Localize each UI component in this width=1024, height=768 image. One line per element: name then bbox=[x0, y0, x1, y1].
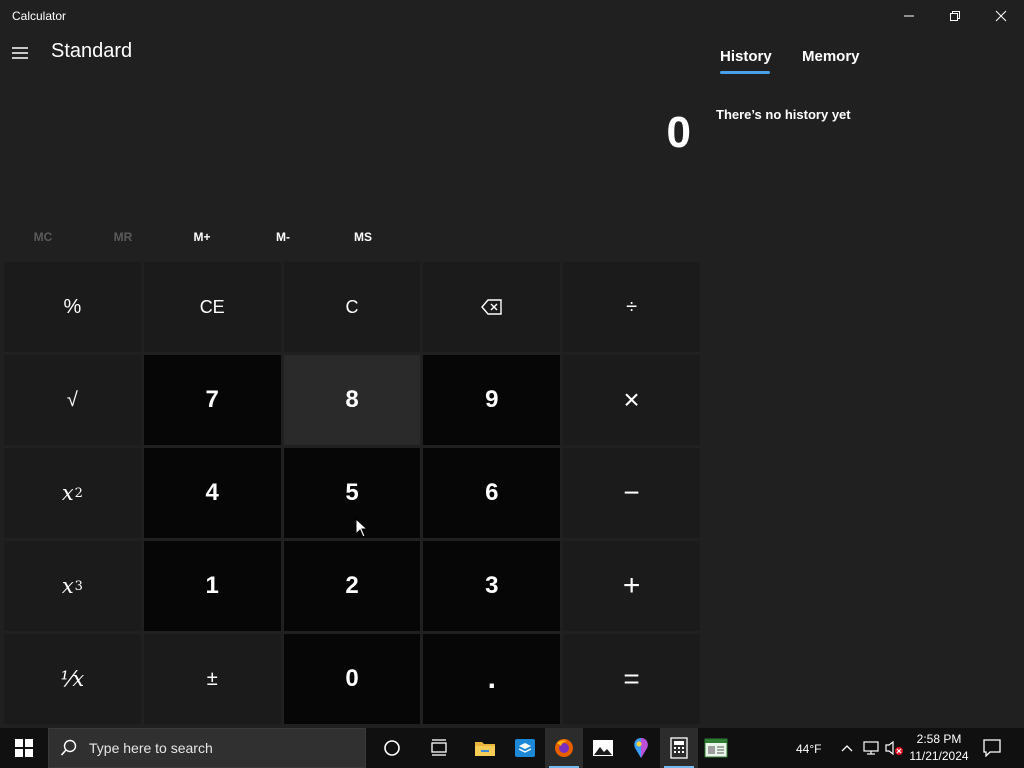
network-status-button[interactable] bbox=[861, 728, 881, 768]
multiply-button[interactable]: × bbox=[563, 355, 700, 445]
calculator-icon bbox=[670, 737, 688, 759]
digit-6-button[interactable]: 6 bbox=[423, 448, 561, 538]
cube-base: x bbox=[61, 574, 74, 598]
digit-2-button[interactable]: 2 bbox=[283, 541, 421, 631]
digit-9-button[interactable]: 9 bbox=[423, 355, 561, 445]
square-exponent: 2 bbox=[74, 485, 83, 501]
weather-temperature[interactable]: 44°F bbox=[796, 742, 821, 756]
result-display: 0 bbox=[666, 108, 691, 157]
history-empty-message: There’s no history yet bbox=[716, 107, 851, 122]
memory-add-button[interactable]: M+ bbox=[167, 224, 237, 250]
digit-4-button[interactable]: 4 bbox=[143, 448, 281, 538]
taskbar-notepad-app[interactable] bbox=[697, 728, 735, 768]
active-tab-indicator bbox=[720, 71, 770, 74]
digit-8-button[interactable]: 8 bbox=[283, 355, 421, 445]
add-button[interactable]: + bbox=[563, 541, 700, 631]
equals-button[interactable]: = bbox=[563, 634, 700, 724]
notepad-window-icon bbox=[704, 738, 728, 758]
backspace-button[interactable] bbox=[423, 262, 561, 352]
hamburger-menu-icon bbox=[12, 47, 28, 59]
search-icon bbox=[49, 739, 89, 757]
file-explorer-icon bbox=[475, 742, 495, 756]
taskbar-search-box[interactable]: Type here to search bbox=[48, 728, 366, 768]
subtract-button[interactable]: − bbox=[563, 448, 700, 538]
digit-0-button[interactable]: 0 bbox=[283, 634, 421, 724]
taskbar-paint-3d[interactable] bbox=[622, 728, 660, 768]
tab-history[interactable]: History bbox=[720, 48, 772, 65]
digit-1-button[interactable]: 1 bbox=[143, 541, 281, 631]
digit-5-button[interactable]: 5 bbox=[283, 448, 421, 538]
square-button[interactable]: x2 bbox=[4, 448, 141, 538]
memory-store-button[interactable]: MS bbox=[328, 224, 398, 250]
paint-3d-icon bbox=[634, 738, 648, 758]
taskbar-photos[interactable] bbox=[584, 728, 622, 768]
taskbar-store-app[interactable] bbox=[506, 728, 544, 768]
cortana-circle-icon bbox=[384, 740, 400, 756]
chevron-up-icon bbox=[841, 745, 853, 752]
app-title: Calculator bbox=[12, 9, 67, 23]
minimize-button[interactable] bbox=[886, 0, 932, 32]
volume-muted-icon bbox=[885, 740, 903, 756]
restore-button[interactable] bbox=[932, 0, 978, 32]
digit-3-button[interactable]: 3 bbox=[423, 541, 561, 631]
action-center-button[interactable] bbox=[976, 728, 1008, 768]
taskbar: Type here to search 44°F 2:58 PM 11/21/2… bbox=[0, 728, 1024, 768]
memory-recall-button[interactable]: MR bbox=[88, 224, 158, 250]
cube-exponent: 3 bbox=[74, 578, 83, 594]
square-base: x bbox=[61, 481, 74, 505]
task-view-icon bbox=[431, 739, 447, 756]
clear-entry-button[interactable]: CE bbox=[143, 262, 281, 352]
close-button[interactable] bbox=[978, 0, 1024, 32]
memory-subtract-button[interactable]: M- bbox=[248, 224, 318, 250]
start-button[interactable] bbox=[0, 728, 48, 768]
windows-logo-icon bbox=[15, 739, 33, 757]
clock-time: 2:58 PM bbox=[916, 732, 962, 746]
negate-button[interactable]: ± bbox=[143, 634, 281, 724]
digit-7-button[interactable]: 7 bbox=[143, 355, 281, 445]
title-bar: Calculator bbox=[0, 0, 1024, 32]
square-root-button[interactable]: √ bbox=[4, 355, 141, 445]
search-placeholder: Type here to search bbox=[89, 740, 213, 756]
network-icon bbox=[863, 741, 879, 755]
restore-icon bbox=[950, 11, 960, 21]
memory-clear-button[interactable]: MC bbox=[8, 224, 78, 250]
backspace-icon bbox=[480, 299, 502, 315]
cortana-button[interactable] bbox=[373, 728, 411, 768]
firefox-icon bbox=[555, 739, 573, 757]
close-icon bbox=[995, 10, 1007, 22]
cube-button[interactable]: x3 bbox=[4, 541, 141, 631]
volume-button[interactable] bbox=[884, 728, 904, 768]
show-hidden-icons-button[interactable] bbox=[838, 728, 856, 768]
clear-button[interactable]: C bbox=[283, 262, 421, 352]
taskbar-calculator[interactable] bbox=[660, 728, 698, 768]
clock-date: 11/21/2024 bbox=[909, 749, 969, 763]
photos-icon bbox=[593, 740, 613, 756]
taskbar-firefox[interactable] bbox=[545, 728, 583, 768]
percent-button[interactable]: % bbox=[4, 262, 141, 352]
calculator-mode-title: Standard bbox=[51, 40, 133, 62]
reciprocal-button[interactable]: ⅟x bbox=[4, 634, 141, 724]
divide-button[interactable]: ÷ bbox=[563, 262, 700, 352]
hamburger-menu-button[interactable] bbox=[4, 38, 36, 68]
notification-icon bbox=[983, 739, 1001, 757]
task-view-button[interactable] bbox=[420, 728, 458, 768]
store-box-icon bbox=[515, 739, 535, 757]
keypad: % CE C ÷ √ 7 8 9 × x2 4 5 6 − x3 1 2 3 +… bbox=[4, 262, 700, 724]
mouse-cursor-icon bbox=[355, 518, 369, 538]
taskbar-clock[interactable]: 2:58 PM 11/21/2024 bbox=[903, 731, 975, 765]
minimize-icon bbox=[904, 15, 914, 17]
decimal-button[interactable]: . bbox=[423, 634, 561, 724]
taskbar-file-explorer[interactable] bbox=[466, 728, 504, 768]
tab-memory[interactable]: Memory bbox=[802, 48, 860, 65]
